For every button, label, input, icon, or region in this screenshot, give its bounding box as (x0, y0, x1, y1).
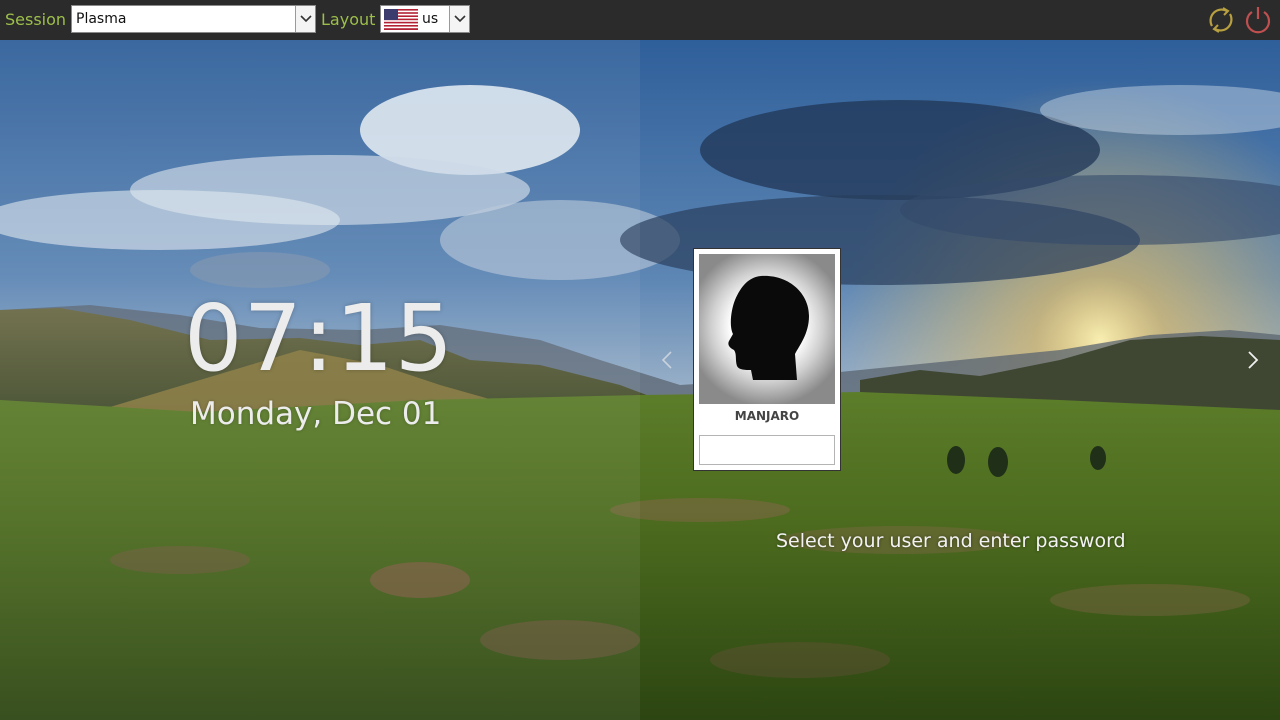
restart-icon (1209, 7, 1233, 33)
layout-dropdown-button[interactable] (449, 6, 469, 32)
password-field[interactable] (699, 435, 835, 465)
session-dropdown-button[interactable] (295, 6, 315, 32)
layout-value: us (422, 11, 439, 27)
clock-date: Monday, Dec 01 (190, 396, 442, 432)
shutdown-button[interactable] (1242, 4, 1274, 36)
session-label: Session (5, 10, 67, 29)
user-card[interactable]: MANJARO (693, 248, 841, 471)
session-select[interactable]: Plasma (71, 5, 316, 33)
restart-button[interactable] (1205, 4, 1237, 36)
layout-label: Layout (321, 10, 376, 29)
username-label: MANJARO (734, 409, 800, 423)
clock-time: 07:15 (184, 285, 455, 392)
chevron-down-icon (299, 15, 312, 23)
chevron-right-icon (1248, 351, 1259, 369)
user-silhouette-icon (699, 254, 835, 404)
power-icon (1245, 7, 1271, 34)
previous-user-button[interactable] (660, 350, 674, 374)
login-prompt: Select your user and enter password (776, 530, 1126, 552)
session-value: Plasma (76, 11, 127, 27)
avatar (699, 254, 835, 404)
login-screen: Session Plasma Layout us 07:15 Monday, D… (0, 0, 1280, 720)
us-flag-icon (384, 9, 418, 30)
next-user-button[interactable] (1246, 350, 1260, 374)
top-bar: Session Plasma Layout us (0, 0, 1280, 40)
chevron-down-icon (453, 15, 466, 23)
chevron-left-icon (661, 351, 672, 369)
layout-select[interactable]: us (380, 5, 470, 33)
